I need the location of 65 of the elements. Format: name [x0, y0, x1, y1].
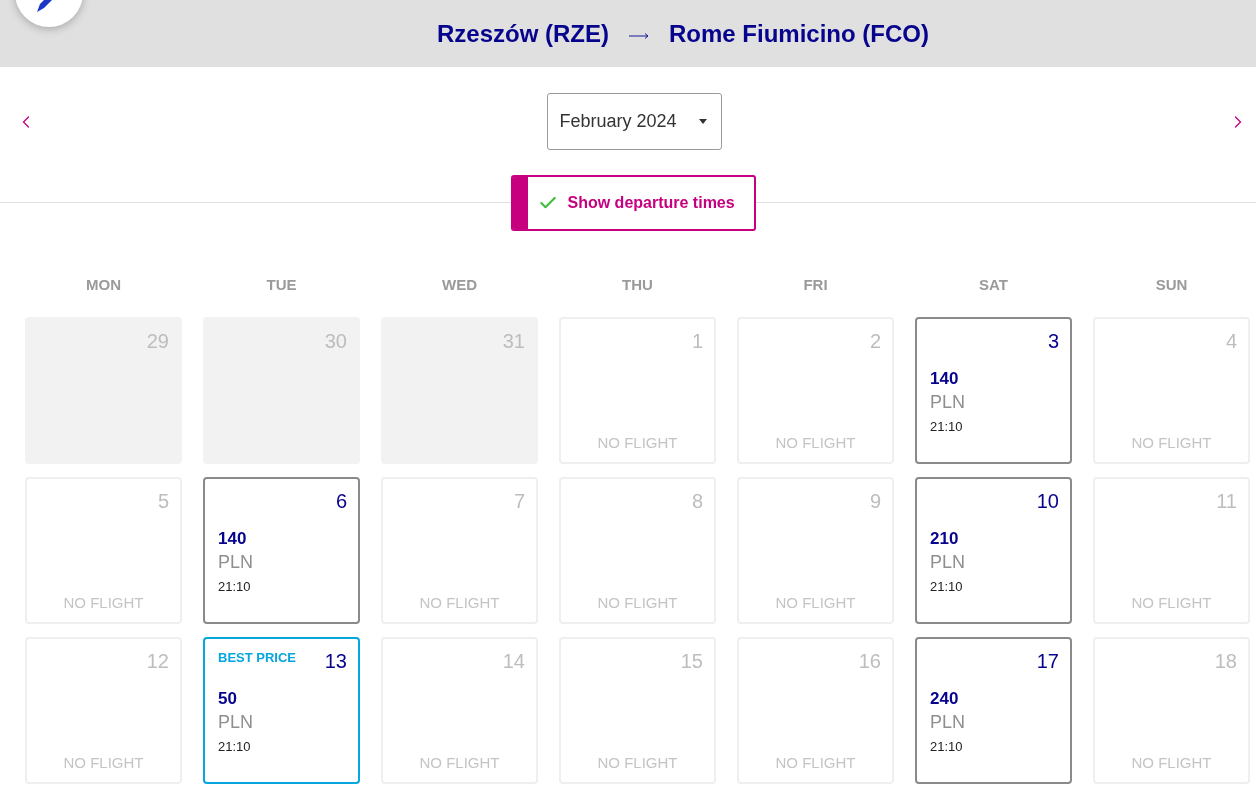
arrow-right-icon: [629, 32, 649, 39]
departure-time: 21:10: [930, 579, 964, 595]
day-number: 3: [1047, 329, 1059, 353]
day-number: 5: [157, 489, 169, 513]
departure-time: 21:10: [930, 419, 964, 435]
day-number: 16: [858, 649, 881, 673]
no-flight-label: NO FLIGHT: [775, 594, 856, 612]
weekday-label: SAT: [978, 276, 1009, 294]
price-text: 140: [218, 529, 248, 549]
origin-airport: Rzeszów (RZE): [437, 18, 609, 49]
no-flight-label: NO FLIGHT: [63, 594, 144, 612]
departure-time: 21:10: [218, 579, 252, 595]
day-number: 12: [146, 649, 169, 673]
currency-text: PLN: [930, 711, 966, 733]
currency-text: PLN: [218, 711, 254, 733]
day-number: 8: [691, 489, 703, 513]
no-flight-label: NO FLIGHT: [63, 754, 144, 772]
no-flight-label: NO FLIGHT: [1131, 434, 1212, 452]
price-text: 50: [218, 689, 238, 709]
no-flight-label: NO FLIGHT: [419, 594, 500, 612]
weekday-label: SUN: [1154, 276, 1189, 294]
day-number: 4: [1225, 329, 1237, 353]
price-text: 240: [930, 689, 960, 709]
day-number: 13: [324, 649, 347, 673]
flight-day-cell[interactable]: 3 140 PLN 21:10: [915, 317, 1072, 464]
weekday-label: THU: [621, 276, 654, 294]
day-number: 7: [513, 489, 525, 513]
currency-text: PLN: [930, 391, 966, 413]
day-number: 6: [335, 489, 347, 513]
destination-airport: Rome Fiumicino (FCO): [669, 18, 929, 49]
price-text: 140: [930, 369, 960, 389]
weekday-label: TUE: [265, 276, 298, 294]
no-flight-label: NO FLIGHT: [597, 434, 678, 452]
month-select[interactable]: February 2024: [546, 93, 722, 150]
caret-down-icon: [698, 119, 707, 124]
weekday-label: WED: [441, 276, 478, 294]
no-flight-label: NO FLIGHT: [597, 594, 678, 612]
no-flight-label: NO FLIGHT: [775, 434, 856, 452]
day-number: 15: [680, 649, 703, 673]
weekday-label: FRI: [802, 276, 829, 294]
day-number: 17: [1036, 649, 1059, 673]
departure-time: 21:10: [930, 739, 964, 755]
day-number: 2: [869, 329, 881, 353]
departure-time: 21:10: [218, 739, 252, 755]
flight-day-cell[interactable]: 10 210 PLN 21:10: [915, 477, 1072, 624]
no-flight-label: NO FLIGHT: [775, 754, 856, 772]
day-number: 10: [1036, 489, 1059, 513]
no-flight-label: NO FLIGHT: [597, 754, 678, 772]
best-price-label: BEST PRICE: [218, 649, 296, 666]
day-number: 1: [691, 329, 703, 353]
no-flight-label: NO FLIGHT: [419, 754, 500, 772]
flight-day-cell[interactable]: 6 140 PLN 21:10: [203, 477, 360, 624]
departure-times-toggle[interactable]: Show departure times: [510, 175, 756, 231]
day-number: 9: [869, 489, 881, 513]
weekday-label: MON: [85, 276, 122, 294]
flight-day-cell[interactable]: BEST PRICE 13 50 PLN 21:10: [203, 637, 360, 784]
no-flight-label: NO FLIGHT: [1131, 594, 1212, 612]
price-text: 210: [930, 529, 960, 549]
currency-text: PLN: [218, 551, 254, 573]
currency-text: PLN: [930, 551, 966, 573]
day-number: 11: [1216, 489, 1237, 513]
flight-day-cell[interactable]: 17 240 PLN 21:10: [915, 637, 1072, 784]
day-number: 14: [502, 649, 525, 673]
day-number: 18: [1214, 649, 1237, 673]
no-flight-label: NO FLIGHT: [1131, 754, 1212, 772]
